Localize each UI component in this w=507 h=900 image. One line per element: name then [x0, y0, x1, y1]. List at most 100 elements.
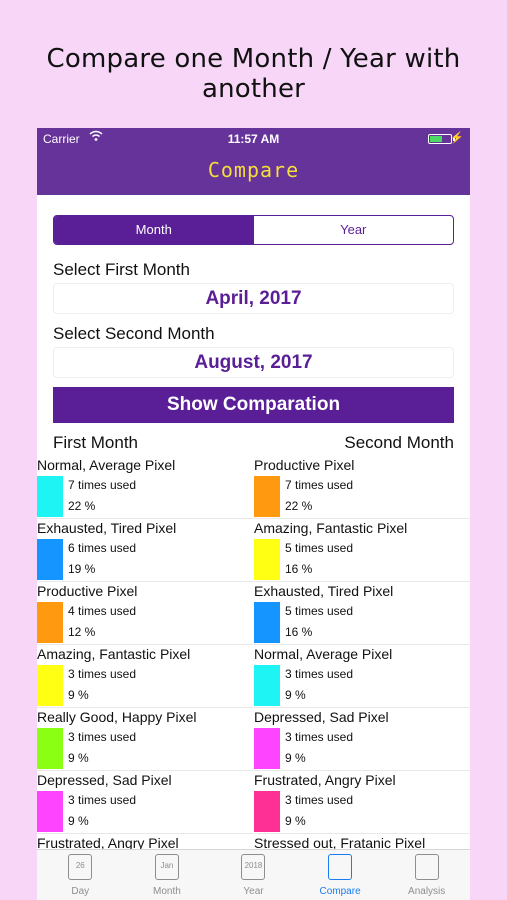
mood-name: Frustrated, Angry Pixel: [254, 772, 396, 788]
second-month-picker[interactable]: August, 2017: [53, 347, 454, 378]
usage-percent: 9 %: [68, 688, 89, 702]
second-month-entry: Frustrated, Angry Pixel 3 times used 9 %: [254, 771, 470, 834]
tab-label: Analysis: [408, 886, 446, 897]
usage-count: 5 times used: [285, 604, 354, 618]
calendar-day-icon: 26: [68, 854, 93, 880]
mood-color-swatch: [37, 602, 63, 643]
battery-icon: [428, 134, 455, 144]
second-month-entry: Amazing, Fantastic Pixel 5 times used 16 %: [254, 519, 470, 582]
second-month-column-header: Second Month: [344, 433, 454, 452]
show-comparison-button[interactable]: Show Comparation: [53, 387, 454, 423]
segment-year[interactable]: Year: [254, 216, 454, 244]
tab-month[interactable]: Jan Month: [124, 850, 211, 900]
usage-count: 3 times used: [285, 730, 354, 744]
first-month-entry: Productive Pixel 4 times used 12 %: [37, 582, 253, 645]
mood-color-swatch: [254, 791, 280, 832]
mood-color-swatch: [37, 665, 63, 706]
mood-color-swatch: [254, 476, 280, 517]
charging-icon: ⚡: [450, 132, 464, 144]
promo-headline: Compare one Month / Year with another: [46, 44, 461, 104]
usage-percent: 19 %: [68, 562, 96, 576]
usage-count: 5 times used: [285, 541, 354, 555]
period-segmented-control[interactable]: Month Year: [53, 215, 454, 245]
status-bar: Carrier 11:57 AM ⚡: [37, 128, 470, 148]
first-month-picker[interactable]: April, 2017: [53, 283, 454, 314]
first-month-entry: Really Good, Happy Pixel 3 times used 9 %: [37, 708, 253, 771]
comparison-row: Productive Pixel 4 times used 12 % Exhauste…: [37, 582, 470, 645]
usage-percent: 16 %: [285, 562, 313, 576]
usage-count: 7 times used: [285, 478, 354, 492]
usage-percent: 9 %: [285, 814, 306, 828]
calendar-year-icon: 2018: [241, 854, 266, 880]
mood-name: Amazing, Fantastic Pixel: [254, 520, 408, 536]
first-month-entry: Depressed, Sad Pixel 3 times used 9 %: [37, 771, 253, 834]
second-month-label: Select Second Month: [53, 324, 215, 343]
usage-percent: 9 %: [285, 751, 306, 765]
analysis-icon: [414, 854, 439, 880]
usage-count: 6 times used: [68, 541, 137, 555]
mood-color-swatch: [254, 602, 280, 643]
tab-compare[interactable]: Compare: [297, 850, 384, 900]
usage-count: 3 times used: [68, 667, 137, 681]
page-title: Compare: [207, 158, 300, 182]
comparison-row: Depressed, Sad Pixel 3 times used 9 % Frust…: [37, 771, 470, 834]
mood-color-swatch: [254, 539, 280, 580]
mood-name: Normal, Average Pixel: [254, 646, 393, 662]
mood-color-swatch: [254, 665, 280, 706]
second-month-entry: Normal, Average Pixel 3 times used 9 %: [254, 645, 470, 708]
mood-name: Depressed, Sad Pixel: [37, 772, 172, 788]
mood-color-swatch: [37, 476, 63, 517]
first-month-column-header: First Month: [53, 433, 139, 452]
usage-percent: 9 %: [285, 688, 306, 702]
mood-color-swatch: [37, 791, 63, 832]
usage-count: 3 times used: [68, 730, 137, 744]
mood-name: Exhausted, Tired Pixel: [37, 520, 177, 536]
usage-percent: 16 %: [285, 625, 313, 639]
status-time: 11:57 AM: [227, 132, 280, 146]
usage-percent: 22 %: [68, 499, 96, 513]
tab-year[interactable]: 2018 Year: [210, 850, 297, 900]
mood-color-swatch: [37, 728, 63, 769]
mood-name: Exhausted, Tired Pixel: [254, 583, 394, 599]
usage-count: 3 times used: [68, 793, 137, 807]
tab-label: Compare: [319, 886, 361, 897]
mood-color-swatch: [254, 728, 280, 769]
phone-screen: Carrier 11:57 AM ⚡ Compare Month Year Se…: [37, 128, 470, 900]
usage-count: 3 times used: [285, 667, 354, 681]
mood-name: Productive Pixel: [37, 583, 138, 599]
mood-name: Really Good, Happy Pixel: [37, 709, 197, 725]
usage-percent: 9 %: [68, 751, 89, 765]
tab-label: Month: [152, 886, 181, 897]
second-month-entry: Depressed, Sad Pixel 3 times used 9 %: [254, 708, 470, 771]
comparison-row: Really Good, Happy Pixel 3 times used 9 % D…: [37, 708, 470, 771]
usage-count: 4 times used: [68, 604, 137, 618]
calendar-month-icon: Jan: [154, 854, 179, 880]
tab-label: Year: [243, 886, 264, 897]
segment-month[interactable]: Month: [54, 216, 254, 244]
comparison-row: Amazing, Fantastic Pixel 3 times used 9 % N…: [37, 645, 470, 708]
tab-bar: 26 Day Jan Month 2018 Year Compare Analysis: [37, 849, 470, 900]
mood-name: Depressed, Sad Pixel: [254, 709, 389, 725]
usage-count: 7 times used: [68, 478, 137, 492]
tab-label: Day: [71, 886, 90, 897]
usage-percent: 12 %: [68, 625, 96, 639]
usage-count: 3 times used: [285, 793, 354, 807]
compare-icon: [328, 854, 353, 880]
comparison-row: Normal, Average Pixel 7 times used 22 % Pro…: [37, 456, 470, 519]
tab-day[interactable]: 26 Day: [37, 850, 124, 900]
second-month-entry: Exhausted, Tired Pixel 5 times used 16 %: [254, 582, 470, 645]
mood-name: Productive Pixel: [254, 457, 355, 473]
usage-percent: 9 %: [68, 814, 89, 828]
first-month-label: Select First Month: [53, 260, 190, 279]
usage-percent: 22 %: [285, 499, 313, 513]
mood-name: Normal, Average Pixel: [37, 457, 176, 473]
first-month-entry: Amazing, Fantastic Pixel 3 times used 9 %: [37, 645, 253, 708]
mood-color-swatch: [37, 539, 63, 580]
tab-analysis[interactable]: Analysis: [383, 850, 470, 900]
app-header: Carrier 11:57 AM ⚡ Compare: [37, 128, 470, 195]
second-month-entry: Productive Pixel 7 times used 22 %: [254, 456, 470, 519]
first-month-entry: Exhausted, Tired Pixel 6 times used 19 %: [37, 519, 253, 582]
first-month-entry: Normal, Average Pixel 7 times used 22 %: [37, 456, 253, 519]
comparison-row: Exhausted, Tired Pixel 6 times used 19 % Am…: [37, 519, 470, 582]
mood-name: Amazing, Fantastic Pixel: [37, 646, 191, 662]
